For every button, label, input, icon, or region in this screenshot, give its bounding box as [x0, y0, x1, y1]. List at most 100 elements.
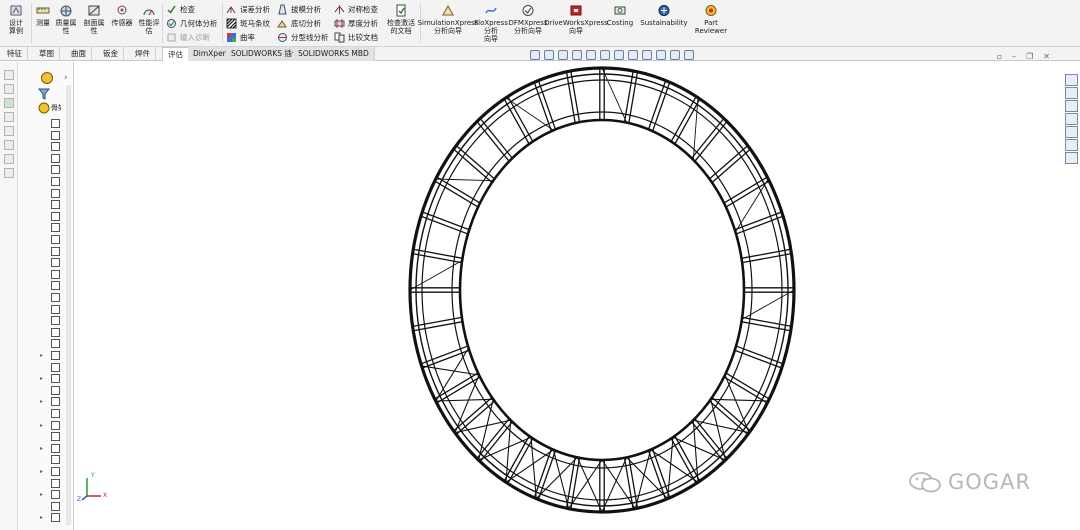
tree-feature-icon[interactable]	[51, 432, 60, 442]
tool-icon[interactable]	[4, 112, 14, 122]
tree-feature-icon[interactable]	[51, 246, 60, 256]
expand-arrow-icon[interactable]: ▸	[40, 445, 43, 452]
tree-feature-icon[interactable]	[51, 420, 60, 430]
tool-icon[interactable]	[4, 154, 14, 164]
tab-weldments[interactable]: 焊件	[130, 47, 156, 61]
tool-icon[interactable]	[4, 126, 14, 136]
thickness-analysis-button[interactable]: 厚度分析	[334, 17, 378, 30]
tree-feature-icon[interactable]	[51, 211, 60, 221]
solidworks-forum-icon[interactable]	[1065, 152, 1078, 164]
symmetry-check-button[interactable]: 对称检查	[334, 3, 378, 16]
compare-documents-button[interactable]: 比较文档	[334, 31, 378, 44]
tab-features[interactable]: 特征	[2, 47, 28, 61]
tree-feature-icon[interactable]	[51, 501, 60, 511]
tree-feature-icon[interactable]	[51, 269, 60, 279]
tab-sheet-metal[interactable]: 钣金	[98, 47, 124, 61]
tree-feature-icon[interactable]	[51, 339, 60, 349]
design-study-button[interactable]: 设计算例	[4, 4, 28, 35]
previous-view-icon[interactable]	[558, 50, 568, 60]
tree-feature-icon[interactable]	[51, 223, 60, 233]
close-icon[interactable]: ✕	[1043, 52, 1050, 61]
check-active-document-button[interactable]: 检查激活的文档	[384, 4, 418, 35]
tree-feature-icon[interactable]	[51, 293, 60, 302]
check-button[interactable]: 检查	[166, 3, 195, 16]
tool-icon[interactable]	[4, 98, 14, 108]
zoom-to-area-icon[interactable]	[544, 50, 554, 60]
feature-manager-icon[interactable]	[40, 71, 54, 85]
costing-button[interactable]: Costing	[605, 4, 635, 27]
tree-feature-icon[interactable]	[51, 374, 60, 384]
undercut-analysis-button[interactable]: 底切分析	[277, 17, 321, 30]
tab-sketch[interactable]: 草图	[34, 47, 60, 61]
collapse-chevron-icon[interactable]: ›	[64, 73, 68, 83]
tool-icon[interactable]	[4, 140, 14, 150]
curvature-button[interactable]: 曲率	[226, 31, 255, 44]
import-diagnostics-button[interactable]: 输入诊断	[166, 31, 210, 44]
solidworks-resources-icon[interactable]	[1065, 74, 1078, 86]
mass-properties-button[interactable]: 质量属性	[54, 4, 78, 35]
appearances-icon[interactable]	[1065, 126, 1078, 138]
tree-feature-icon[interactable]	[51, 316, 60, 326]
tree-feature-icon[interactable]	[51, 177, 60, 186]
tree-root-label[interactable]: 骨架	[51, 103, 61, 113]
section-view-icon[interactable]	[572, 50, 582, 60]
tree-feature-icon[interactable]	[51, 130, 60, 140]
tree-feature-icon[interactable]	[51, 281, 60, 291]
restore-icon[interactable]: ▫	[997, 52, 1002, 61]
parting-line-analysis-button[interactable]: 分型线分析	[277, 31, 329, 44]
tool-icon[interactable]	[4, 84, 14, 94]
display-style-icon[interactable]	[614, 50, 624, 60]
tree-feature-icon[interactable]	[51, 397, 60, 407]
tab-evaluate[interactable]: 评估	[162, 47, 189, 61]
section-properties-button[interactable]: 剖面属性	[82, 4, 106, 35]
custom-properties-icon[interactable]	[1065, 139, 1078, 151]
tree-feature-icon[interactable]	[51, 467, 60, 476]
expand-arrow-icon[interactable]: ▸	[40, 468, 43, 475]
tree-feature-icon[interactable]	[51, 235, 60, 244]
edit-appearance-icon[interactable]	[642, 50, 652, 60]
expand-arrow-icon[interactable]: ▸	[40, 491, 43, 498]
tree-feature-icon[interactable]	[51, 258, 60, 268]
geometry-analysis-button[interactable]: 几何体分析	[166, 17, 218, 30]
file-explorer-icon[interactable]	[1065, 100, 1078, 112]
tab-surfaces[interactable]: 曲面	[66, 47, 92, 61]
zoom-to-fit-icon[interactable]	[530, 50, 540, 60]
expand-arrow-icon[interactable]: ▸	[40, 422, 43, 429]
tree-feature-icon[interactable]	[51, 409, 60, 418]
tree-feature-icon[interactable]	[51, 165, 60, 175]
filter-icon[interactable]	[38, 88, 50, 100]
floxpress-button[interactable]: FloXpress 分析向导	[474, 4, 508, 43]
tree-feature-icon[interactable]	[51, 351, 60, 360]
tree-feature-icon[interactable]	[51, 142, 60, 152]
part-reviewer-button[interactable]: Part Reviewer	[694, 4, 728, 35]
tool-icon[interactable]	[4, 70, 14, 80]
driveworksxpress-button[interactable]: DriveWorksXpress 向导	[544, 4, 608, 35]
tree-feature-icon[interactable]	[51, 513, 60, 523]
tree-feature-icon[interactable]	[51, 455, 60, 465]
dfmxpress-button[interactable]: DFMXpress 分析向导	[508, 4, 548, 35]
tree-feature-icon[interactable]	[51, 362, 60, 372]
zebra-stripes-button[interactable]: 斑马条纹	[226, 17, 270, 30]
tree-feature-icon[interactable]	[51, 119, 60, 128]
tree-feature-icon[interactable]	[51, 153, 60, 163]
draft-analysis-button[interactable]: 拔模分析	[277, 3, 321, 16]
sustainability-button[interactable]: Sustainability	[640, 4, 688, 27]
tree-feature-icon[interactable]	[51, 304, 60, 314]
simulationxpress-button[interactable]: SimulationXpress 分析向导	[418, 4, 478, 35]
expand-arrow-icon[interactable]: ▸	[40, 375, 43, 382]
hide-show-items-icon[interactable]	[628, 50, 638, 60]
expand-arrow-icon[interactable]: ▸	[40, 398, 43, 405]
maximize-icon[interactable]: ❐	[1026, 52, 1033, 61]
deviation-analysis-button[interactable]: 误差分析	[226, 3, 270, 16]
tree-feature-icon[interactable]	[51, 200, 60, 210]
tool-icon[interactable]	[4, 168, 14, 178]
tree-feature-icon[interactable]	[51, 188, 60, 198]
view-orientation-icon[interactable]	[600, 50, 610, 60]
tab-solidworks-mbd[interactable]: SOLIDWORKS MBD	[293, 47, 375, 61]
measure-button[interactable]: 测量	[34, 4, 52, 27]
sensor-button[interactable]: 传感器	[109, 4, 135, 27]
tree-feature-icon[interactable]	[51, 443, 60, 453]
view-settings-icon[interactable]	[670, 50, 680, 60]
graphics-area[interactable]: Y X Z	[75, 62, 1063, 530]
performance-evaluation-button[interactable]: 性能评估	[137, 4, 161, 35]
